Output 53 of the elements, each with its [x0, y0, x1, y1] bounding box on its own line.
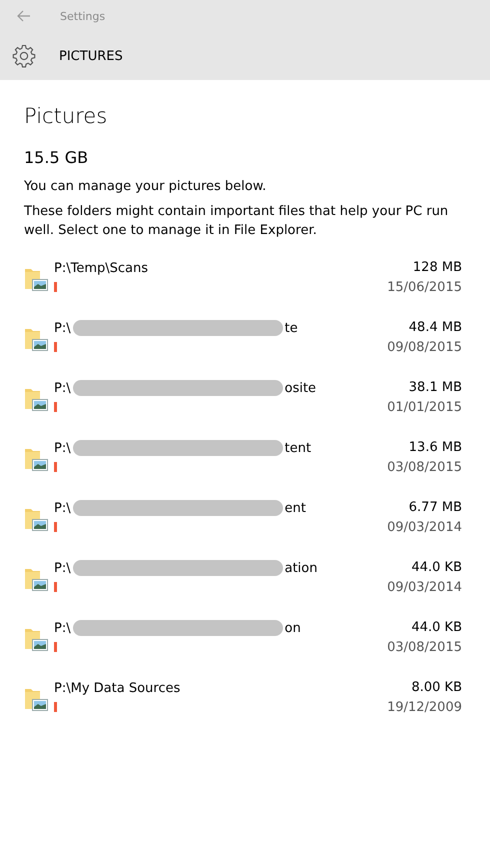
description-text: These folders might contain important files that help your PC run well. Select one to manage it in File Explorer. [24, 203, 450, 240]
picture-folder-icon[interactable] [24, 566, 48, 592]
modified-date: 09/03/2014 [387, 519, 462, 537]
folder-size: 48.4 MB [408, 319, 462, 337]
picture-folder-icon[interactable] [24, 446, 48, 472]
folder-size: 44.0 KB [411, 559, 462, 577]
modified-date: 09/08/2015 [387, 339, 462, 357]
picture-folder-icon[interactable] [24, 326, 48, 352]
folder-path: osite [284, 380, 316, 396]
folder-path: P:\My Data Sources [54, 680, 180, 696]
folder-path: P:\ [54, 320, 71, 336]
folder-path: P:\ [54, 500, 71, 516]
folder-path: P:\Temp\Scans [54, 260, 148, 276]
modified-date: 15/06/2015 [387, 279, 462, 297]
folder-size: 38.1 MB [408, 379, 462, 397]
page-header-title: PICTURES [59, 48, 123, 64]
folder-path: tent [284, 440, 312, 456]
folder-size: 44.0 KB [411, 619, 462, 637]
usage-mark [54, 282, 57, 292]
folder-size: 6.77 MB [408, 499, 462, 517]
window-title: Settings [60, 10, 106, 22]
folder-size: 128 MB [412, 259, 462, 277]
total-size: 15.5 GB [24, 148, 90, 167]
usage-mark [54, 702, 57, 712]
picture-folder-icon[interactable] [24, 506, 48, 532]
folder-size: 13.6 MB [408, 439, 462, 457]
usage-mark [54, 522, 57, 532]
picture-folder-icon[interactable] [24, 686, 48, 712]
intro-text: You can manage your pictures below. [24, 178, 268, 196]
usage-mark [54, 462, 57, 472]
picture-folder-icon[interactable] [24, 626, 48, 652]
usage-mark [54, 642, 57, 652]
usage-mark [54, 342, 57, 352]
folder-path: P:\ [54, 440, 71, 456]
page-heading: Pictures [24, 104, 108, 128]
picture-folder-icon[interactable] [24, 386, 48, 412]
modified-date: 19/12/2009 [387, 699, 462, 717]
folder-path: ation [284, 560, 318, 576]
usage-mark [54, 402, 57, 412]
folder-path: P:\ [54, 380, 71, 396]
folder-path: P:\ [54, 560, 71, 576]
folder-size: 8.00 KB [411, 679, 462, 697]
modified-date: 01/01/2015 [387, 399, 462, 417]
picture-folder-icon[interactable] [24, 266, 48, 292]
modified-date: 03/08/2015 [387, 459, 462, 477]
modified-date: 09/03/2014 [387, 579, 462, 597]
gear-icon [12, 44, 36, 68]
folder-path: te [284, 320, 298, 336]
folder-path: on [284, 620, 301, 636]
folder-path: ent [284, 500, 306, 516]
modified-date: 03/08/2015 [387, 639, 462, 657]
folder-path: P:\ [54, 620, 71, 636]
usage-mark [54, 582, 57, 592]
